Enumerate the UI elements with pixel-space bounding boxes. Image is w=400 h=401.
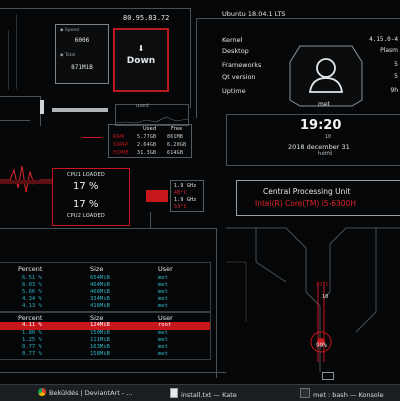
- frame-line: [16, 14, 17, 89]
- col-header-percent: Percent: [18, 265, 43, 273]
- speed-value: 6006: [74, 37, 90, 44]
- clock-time: 19:20: [300, 118, 342, 133]
- network-speed-panel: ◆ Speed 6006 ◆ Total 871MiB: [55, 24, 109, 84]
- frame-line: [0, 8, 190, 9]
- frame-line: [196, 18, 400, 19]
- memory-used: 5.77GB: [137, 134, 157, 140]
- cpu-freq-2: 1.9 GHz: [174, 197, 197, 203]
- chrome-icon: [38, 388, 46, 396]
- col-header-user: User: [158, 314, 173, 322]
- red-accent-line: [82, 137, 102, 138]
- terminal-icon: [300, 388, 310, 398]
- cpu-title: Central Processing Unit: [263, 187, 351, 196]
- graph-lines: [115, 116, 189, 124]
- gauge-temp: 45°C: [316, 282, 329, 288]
- total-value: 871MiB: [71, 64, 93, 71]
- table-row-selected[interactable]: 4.11 % 124MiB root: [0, 322, 210, 330]
- down-label: Down: [126, 56, 156, 66]
- os-name: Ubuntu 18.04.1 LTS: [222, 10, 286, 18]
- cpu-temp-1: 48°C: [174, 190, 187, 196]
- taskbar: Beküldés | DeviantArt - ... install.txt …: [0, 384, 400, 401]
- frame-line: [216, 228, 217, 378]
- memory-used: 31.3GB: [137, 150, 157, 156]
- cpu-model: Intel(R) Core(TM) i5-6300H: [255, 199, 356, 208]
- frame-line: [0, 96, 40, 97]
- network-graph: [115, 104, 189, 126]
- taskbar-item-browser[interactable]: Beküldés | DeviantArt - ...: [38, 388, 160, 399]
- process-table-mem: Percent Size User 4.11 % 124MiB root 1.80 …: [0, 312, 211, 360]
- table-row[interactable]: 4.13 % 418MiB met: [0, 303, 210, 311]
- cpu-indicator-block: [146, 190, 168, 202]
- clock-seconds: 10: [325, 134, 332, 140]
- memory-row-label: HOME: [113, 150, 129, 156]
- speed-label: ◆ Speed: [60, 28, 80, 33]
- col-header-percent: Percent: [18, 314, 43, 322]
- frame-line: [190, 8, 191, 108]
- cpu1-label: CPU1 LOADED: [67, 172, 105, 178]
- col-header-size: Size: [90, 265, 104, 273]
- frame-line: [8, 30, 9, 90]
- document-icon: [170, 388, 178, 398]
- bar-marker: [40, 100, 44, 114]
- cpu-pipeline-graphic: [226, 227, 400, 372]
- memory-free: 6.20GB: [167, 142, 187, 148]
- gauge-base: [322, 372, 334, 380]
- col-header-size: Size: [90, 314, 104, 322]
- cpu-info-panel: Central Processing Unit Intel(R) Core(TM…: [236, 180, 400, 216]
- memory-title: used: [136, 103, 149, 109]
- cpu-activity-graph: [0, 158, 52, 202]
- memory-used: 2.64GB: [137, 142, 157, 148]
- cpu2-value: 17 %: [73, 199, 99, 210]
- cpu-freq-box: 1.9 GHz 48°C 1.9 GHz 53°C: [170, 180, 204, 212]
- memory-table: Used Free RAM 5.77GB 861MB SWAP 2.64GB 6…: [108, 124, 192, 158]
- download-indicator: ⬇ Down: [113, 28, 169, 92]
- user-avatar-frame: [289, 45, 363, 107]
- cpu2-label: CPU2 LOADED: [67, 213, 105, 219]
- username: met: [318, 101, 330, 108]
- clock-day: hétfő: [318, 151, 333, 157]
- clock-date: 2018 december 31: [288, 143, 350, 151]
- gauge-percent: 99%: [316, 342, 327, 349]
- frame-line: [0, 120, 30, 121]
- cpu-load-panel: CPU1 LOADED 17 % 17 % CPU2 LOADED: [52, 168, 130, 226]
- gauge-small: 10: [322, 294, 329, 300]
- table-row[interactable]: 0.77 % 158MiB met: [0, 351, 210, 359]
- memory-free: 861MB: [167, 134, 184, 140]
- cpu1-value: 17 %: [73, 181, 99, 192]
- frame-line: [0, 228, 216, 229]
- col-header-user: User: [158, 265, 173, 273]
- down-arrow-icon: ⬇: [137, 44, 145, 53]
- process-table-cpu: Percent Size User 6.51 % 654MiB met 6.03 %…: [0, 262, 211, 312]
- memory-header-free: Free: [171, 126, 183, 132]
- frame-line: [0, 372, 226, 373]
- cpu-freq-1: 1.9 GHz: [174, 183, 197, 189]
- total-label: ◆ Total: [60, 53, 76, 58]
- memory-row-label: RAM: [113, 134, 125, 140]
- memory-row-label: SWAP: [113, 142, 129, 148]
- memory-free: 614GB: [167, 150, 184, 156]
- taskbar-item-konsole[interactable]: met : bash — Konsole: [300, 388, 400, 399]
- taskbar-item-kate[interactable]: install.txt — Kate: [170, 388, 290, 399]
- ip-address: 80.95.83.72: [123, 14, 170, 22]
- frame-line: [150, 212, 151, 228]
- cpu-temp-2: 53°C: [174, 204, 187, 210]
- progress-bar: [52, 108, 108, 112]
- frame-line: [196, 18, 197, 118]
- memory-header-used: Used: [143, 126, 157, 132]
